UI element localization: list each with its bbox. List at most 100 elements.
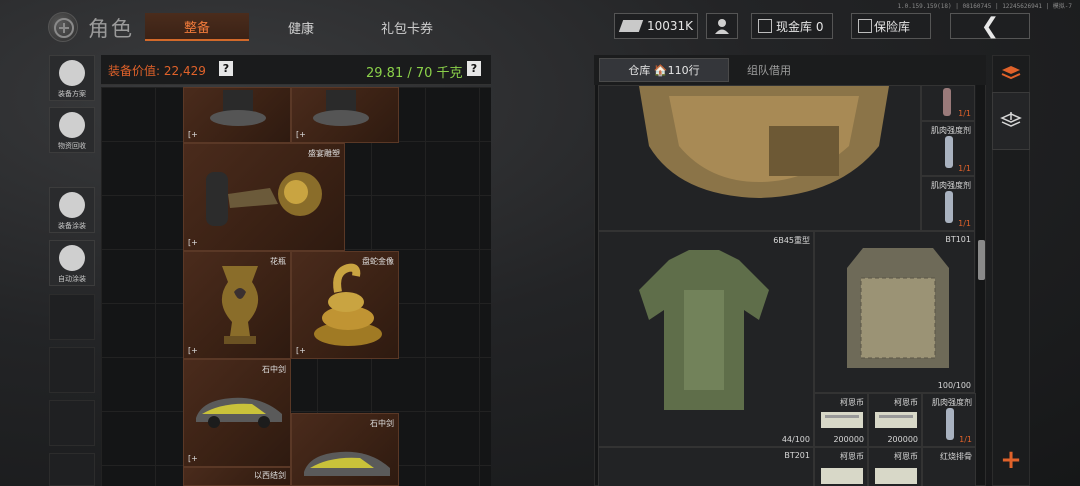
item-ezekiel-sword[interactable]: 以西结剑	[183, 467, 291, 486]
character-emblem-icon	[48, 12, 78, 42]
avatar-button[interactable]	[706, 13, 738, 39]
tab-warehouse[interactable]: 仓库 🏠110行	[599, 58, 729, 82]
equipment-value: 装备价值: 22,429	[108, 64, 206, 78]
empty-slot	[49, 347, 95, 393]
safe-box-button[interactable]: 保险库	[851, 13, 931, 39]
cash-vault-label: 现金库 0	[776, 19, 824, 34]
back-button[interactable]: ❮	[950, 13, 1030, 39]
item-braised-ribs[interactable]: 红烧排骨	[922, 447, 976, 486]
carry-weight: 29.81 / 70 千克	[366, 66, 463, 81]
item-name: 石中剑	[262, 365, 286, 374]
sidebar-item-label: 物资回收	[58, 142, 86, 150]
equipment-value-help-button[interactable]: ?	[219, 61, 233, 76]
item-bt101-armor[interactable]: BT101 100/100	[814, 231, 975, 393]
chevron-left-icon: ❮	[980, 13, 1000, 39]
item-bt201-armor[interactable]: BT201	[598, 447, 814, 486]
item-muscle-stimulant-2[interactable]: 肌肉强度剂 1/1	[921, 176, 975, 231]
durability: 100/100	[937, 381, 971, 390]
sidebar-item-loadout-plan[interactable]: 装备方案	[49, 55, 95, 101]
item-backpack[interactable]	[598, 85, 921, 231]
currency-display[interactable]: 10031K	[614, 13, 698, 39]
sidebar-item-paint[interactable]: 装备涂装	[49, 187, 95, 233]
item-count: 1/1	[958, 109, 971, 118]
item-feast-sculpture[interactable]: 盛宴雕塑 [+	[183, 143, 345, 251]
banknote-stack-icon	[821, 468, 863, 484]
move-out-marker: [+	[188, 238, 198, 247]
body-armor-icon	[639, 250, 769, 410]
car-model-icon	[196, 397, 282, 428]
item-name: 柯恩币	[840, 398, 864, 407]
tab-health[interactable]: 健康	[255, 13, 347, 41]
item-pedestal-left[interactable]: [+	[183, 87, 291, 143]
snake-statue-icon	[314, 263, 382, 346]
vase-icon	[221, 266, 259, 344]
item-6b45-armor[interactable]: 6B45重型 44/100	[598, 231, 814, 447]
tab-team-borrow[interactable]: 组队借用	[731, 58, 807, 82]
item-count: 200000	[833, 435, 864, 444]
safe-icon	[858, 19, 872, 33]
item-sword-in-stone-2[interactable]: 石中剑	[291, 413, 399, 486]
banknote-stack-icon	[875, 412, 917, 428]
item-muscle-stimulant-1[interactable]: 肌肉强度剂 1/1	[921, 121, 975, 176]
empty-slot	[49, 294, 95, 340]
item-count: 200000	[887, 435, 918, 444]
item-name: 6B45重型	[773, 236, 810, 245]
item-koen-coin-2[interactable]: 柯恩币 200000	[868, 393, 922, 447]
item-koen-coin-3[interactable]: 柯恩币	[814, 447, 868, 486]
item-name: 红烧排骨	[940, 452, 972, 461]
cash-vault-button[interactable]: 现金库 0	[751, 13, 833, 39]
item-pedestal-right[interactable]: [+	[291, 87, 399, 143]
sort-button[interactable]	[992, 57, 1030, 89]
item-count: 1/1	[958, 164, 971, 173]
item-name: 以西结剑	[254, 471, 286, 480]
syringe-icon	[946, 408, 954, 440]
banknote-icon	[618, 20, 644, 32]
item-vial[interactable]: 1/1	[921, 85, 975, 121]
plate-carrier-icon	[847, 248, 949, 368]
item-sword-in-stone-1[interactable]: 石中剑 [+	[183, 359, 291, 467]
pedestal-icon	[210, 90, 266, 126]
syringe-icon	[945, 136, 953, 168]
item-name: 肌肉强度剂	[931, 126, 971, 135]
move-out-marker: [+	[188, 346, 198, 355]
empty-slot	[49, 453, 95, 486]
item-muscle-stimulant-3[interactable]: 肌肉强度剂 1/1	[922, 393, 976, 447]
operator-avatar-icon	[715, 19, 729, 34]
item-koen-coin-4[interactable]: 柯恩币	[868, 447, 922, 486]
carry-weight-help-button[interactable]: ?	[467, 61, 481, 76]
add-button[interactable]: +	[992, 444, 1030, 476]
stack-sort-icon	[1001, 66, 1021, 80]
quick-store-button[interactable]	[992, 92, 1030, 150]
sidebar-item-label: 装备方案	[58, 90, 86, 98]
warehouse-scrollbar[interactable]	[978, 240, 985, 280]
item-name: 花瓶	[270, 257, 286, 266]
sidebar-item-label: 自动涂装	[58, 275, 86, 283]
sidebar-item-auto-paint[interactable]: 自动涂装	[49, 240, 95, 286]
banknote-stack-icon	[821, 412, 863, 428]
tab-loadout[interactable]: 整备	[145, 13, 249, 41]
tab-gift-cards[interactable]: 礼包卡券	[355, 13, 459, 41]
item-koen-coin-1[interactable]: 柯恩币 200000	[814, 393, 868, 447]
version-info: 1.0.159.159(18) | 08160745 | 12245626941…	[897, 3, 1072, 10]
backpack-icon	[639, 86, 889, 198]
layers-download-icon	[1000, 112, 1022, 127]
move-out-marker: [+	[296, 346, 306, 355]
auto-paint-icon	[59, 245, 85, 271]
safe-box-label: 保险库	[874, 19, 911, 34]
item-vase[interactable]: 花瓶 [+	[183, 251, 291, 359]
cash-vault-icon	[758, 19, 772, 33]
item-name: 盛宴雕塑	[308, 149, 340, 158]
item-name: BT101	[945, 235, 971, 244]
warehouse-grid: 1/1 肌肉强度剂 1/1 肌肉强度剂 1/1 6B45重型 44/100 BT…	[598, 85, 976, 486]
durability: 44/100	[781, 435, 810, 444]
item-name: 肌肉强度剂	[932, 398, 972, 407]
item-name: 柯恩币	[840, 452, 864, 461]
empty-slot	[49, 400, 95, 446]
item-snake-statue[interactable]: 盘蛇金像 [+	[291, 251, 399, 359]
sidebar-item-label: 装备涂装	[58, 222, 86, 230]
item-name: 石中剑	[370, 419, 394, 428]
item-name: 肌肉强度剂	[931, 181, 971, 190]
sidebar-item-recycle[interactable]: 物资回收	[49, 107, 95, 153]
move-out-marker: [+	[188, 130, 198, 139]
loadout-icon	[59, 60, 85, 86]
